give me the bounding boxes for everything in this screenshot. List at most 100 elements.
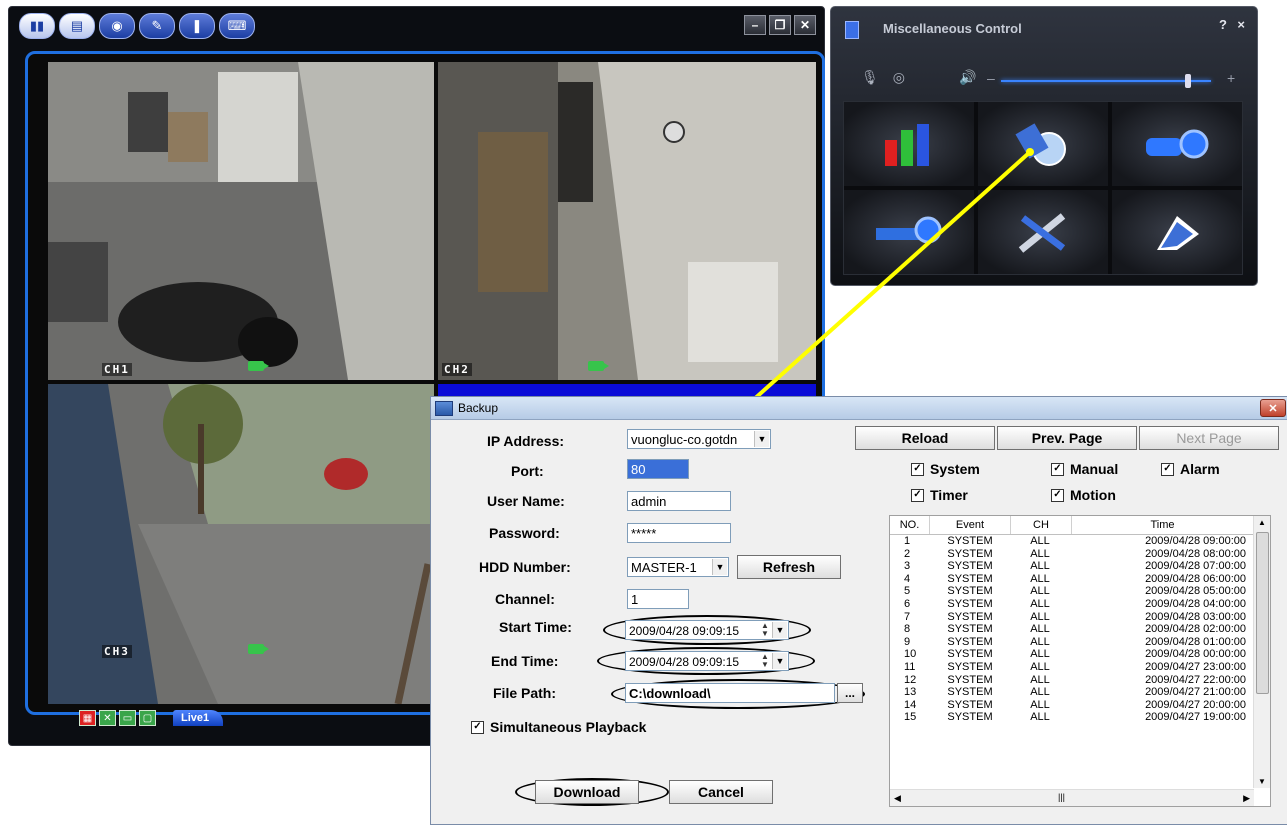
vertical-scrollbar[interactable]: ▲ ▼ [1253, 516, 1270, 788]
cell-event: SYSTEM [947, 535, 993, 547]
volume-minus[interactable]: – [987, 70, 995, 86]
password-field[interactable]: ***** [627, 523, 731, 543]
keyboard-icon[interactable]: ⌨ [219, 13, 255, 39]
scroll-up-icon[interactable]: ▲ [1258, 518, 1266, 527]
table-row[interactable]: 13 SYSTEM ALL 2009/04/27 21:00:00 [890, 686, 1270, 699]
table-row[interactable]: 7 SYSTEM ALL 2009/04/28 03:00:00 [890, 611, 1270, 624]
statistics-button[interactable] [844, 102, 974, 186]
alarm-icon[interactable]: ❚ [179, 13, 215, 39]
files-icon[interactable]: ▤ [59, 13, 95, 39]
checkbox-checked-icon[interactable]: ✓ [471, 720, 484, 734]
layout-switch-icon[interactable]: ▦ [79, 710, 96, 726]
refresh-button[interactable]: Refresh [737, 555, 841, 579]
checkbox-checked-icon[interactable]: ✓ [1161, 462, 1174, 476]
help-button[interactable]: ? [1219, 17, 1227, 32]
scroll-down-icon[interactable]: ▼ [1258, 777, 1266, 786]
filter-manual-checkbox[interactable]: ✓ Manual [1051, 461, 1118, 477]
speaker-off-icon[interactable]: ◎ [893, 69, 905, 86]
chevron-down-icon[interactable]: ▼ [772, 653, 787, 669]
event-list-table[interactable]: NO. Event CH Time 1 SYSTEM ALL 2009/04/28 0… [889, 515, 1271, 807]
spinner-icon[interactable]: ▲ ▼ [758, 622, 772, 638]
microphone-icon[interactable]: 🎙 [861, 69, 879, 86]
scrollbar-grip-icon[interactable]: ||| [1058, 792, 1065, 802]
port-value: 80 [631, 462, 646, 477]
checkbox-checked-icon[interactable]: ✓ [1051, 488, 1064, 502]
network-icon[interactable]: ◉ [99, 13, 135, 39]
checkbox-checked-icon[interactable]: ✓ [911, 488, 924, 502]
col-header-time[interactable]: Time [1072, 516, 1254, 534]
table-row[interactable]: 4 SYSTEM ALL 2009/04/28 06:00:00 [890, 573, 1270, 586]
table-row[interactable]: 14 SYSTEM ALL 2009/04/27 20:00:00 [890, 699, 1270, 712]
volume-plus[interactable]: + [1227, 70, 1235, 86]
prev-page-button[interactable]: Prev. Page [997, 426, 1137, 450]
close-button[interactable]: ✕ [794, 15, 816, 35]
filter-timer-checkbox[interactable]: ✓ Timer [911, 487, 968, 503]
chevron-down-icon[interactable]: ▼ [712, 559, 727, 575]
ip-address-combo[interactable]: vuongluc-co.gotdn ▼ [627, 429, 771, 449]
notepad-button[interactable] [1112, 190, 1242, 274]
download-button[interactable]: Download [535, 780, 639, 804]
layout-close-icon[interactable]: ✕ [99, 710, 116, 726]
table-row[interactable]: 2 SYSTEM ALL 2009/04/28 08:00:00 [890, 548, 1270, 561]
scrollbar-thumb[interactable] [1256, 532, 1269, 694]
user-name-field[interactable]: admin [627, 491, 731, 511]
volume-icon[interactable]: 🔊 [959, 69, 976, 86]
tools-button[interactable] [978, 190, 1108, 274]
info-icon[interactable]: ▮▮ [19, 13, 55, 39]
camera-view-ch2[interactable]: CH2 [438, 62, 816, 380]
start-time-picker[interactable]: 2009/04/28 09:09:15 ▲ ▼ ▼ [625, 620, 789, 640]
reload-button[interactable]: Reload [855, 426, 995, 450]
tools-icon[interactable]: ✎ [139, 13, 175, 39]
col-header-ch[interactable]: CH [1011, 516, 1072, 534]
table-row[interactable]: 11 SYSTEM ALL 2009/04/27 23:00:00 [890, 661, 1270, 674]
table-row[interactable]: 12 SYSTEM ALL 2009/04/27 22:00:00 [890, 674, 1270, 687]
channel-field[interactable]: 1 [627, 589, 689, 609]
close-button[interactable]: × [1237, 17, 1245, 32]
filter-alarm-checkbox[interactable]: ✓ Alarm [1161, 461, 1220, 477]
simultaneous-playback-checkbox[interactable]: ✓ Simultaneous Playback [471, 719, 646, 735]
table-row[interactable]: 8 SYSTEM ALL 2009/04/28 02:00:00 [890, 623, 1270, 636]
camera-settings-button[interactable] [1112, 102, 1242, 186]
browse-button[interactable]: ... [837, 683, 863, 703]
col-header-no[interactable]: NO. [890, 516, 930, 534]
table-row[interactable]: 6 SYSTEM ALL 2009/04/28 04:00:00 [890, 598, 1270, 611]
table-row[interactable]: 5 SYSTEM ALL 2009/04/28 05:00:00 [890, 585, 1270, 598]
end-time-picker[interactable]: 2009/04/28 09:09:15 ▲ ▼ ▼ [625, 651, 789, 671]
file-path-field[interactable]: C:\download\ [625, 683, 835, 703]
close-button[interactable]: ✕ [1260, 399, 1286, 417]
scroll-left-icon[interactable]: ◀ [894, 793, 901, 804]
camera-view-ch1[interactable]: CH1 [48, 62, 434, 380]
network-settings-button[interactable] [844, 190, 974, 274]
hdd-number-combo[interactable]: MASTER-1 ▼ [627, 557, 729, 577]
col-header-event[interactable]: Event [930, 516, 1011, 534]
layout-full-icon[interactable]: ▢ [139, 710, 156, 726]
dialog-title: Backup [458, 401, 499, 415]
filter-system-checkbox[interactable]: ✓ System [911, 461, 980, 477]
hdd-number-value: MASTER-1 [631, 560, 697, 575]
scroll-right-icon[interactable]: ▶ [1243, 793, 1250, 804]
table-row[interactable]: 10 SYSTEM ALL 2009/04/28 00:00:00 [890, 648, 1270, 661]
camera-view-ch3[interactable]: CH3 [48, 384, 434, 704]
checkbox-checked-icon[interactable]: ✓ [1051, 462, 1064, 476]
chevron-down-icon[interactable]: ▼ [772, 622, 787, 638]
restore-button[interactable]: ❐ [769, 15, 791, 35]
horizontal-scrollbar[interactable]: ◀ ||| ▶ [890, 789, 1254, 806]
spinner-icon[interactable]: ▲ ▼ [758, 653, 772, 669]
backup-button[interactable] [978, 102, 1108, 186]
cancel-button[interactable]: Cancel [669, 780, 773, 804]
recording-icon [248, 361, 269, 371]
checkbox-checked-icon[interactable]: ✓ [911, 462, 924, 476]
table-row[interactable]: 1 SYSTEM ALL 2009/04/28 09:00:00 [890, 535, 1270, 548]
table-row[interactable]: 15 SYSTEM ALL 2009/04/27 19:00:00 [890, 711, 1270, 724]
volume-slider-handle[interactable] [1184, 74, 1191, 88]
chevron-down-icon[interactable]: ▼ [754, 431, 769, 447]
filter-motion-checkbox[interactable]: ✓ Motion [1051, 487, 1116, 503]
table-row[interactable]: 3 SYSTEM ALL 2009/04/28 07:00:00 [890, 560, 1270, 573]
tab-live1[interactable]: Live1 [173, 710, 224, 726]
table-row[interactable]: 9 SYSTEM ALL 2009/04/28 01:00:00 [890, 636, 1270, 649]
port-field[interactable]: 80 [627, 459, 689, 479]
volume-slider[interactable] [1001, 74, 1211, 88]
layout-single-icon[interactable]: ▭ [119, 710, 136, 726]
next-page-button[interactable]: Next Page [1139, 426, 1279, 450]
minimize-button[interactable]: – [744, 15, 766, 35]
